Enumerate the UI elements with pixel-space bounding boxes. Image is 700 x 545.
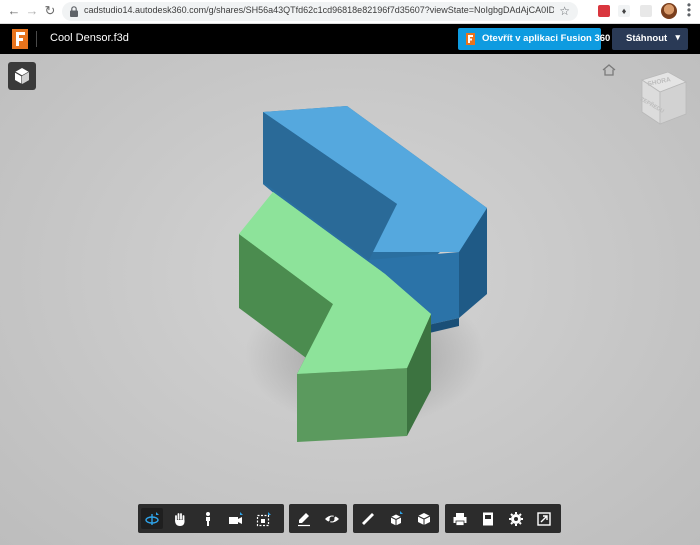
address-bar[interactable]: cadstudio14.autodesk360.com/g/shares/SH5…	[62, 2, 578, 21]
fusion-logo-icon[interactable]	[12, 29, 28, 49]
document-button[interactable]	[477, 508, 499, 529]
profile-avatar[interactable]	[661, 3, 677, 19]
url-text: cadstudio14.autodesk360.com/g/shares/SH5…	[84, 5, 554, 15]
fullscreen-button[interactable]	[533, 508, 555, 529]
navigation-toolbar-group	[138, 504, 284, 533]
extension-icon[interactable]	[598, 5, 610, 17]
fit-button[interactable]	[253, 508, 275, 529]
settings-toolbar-group	[445, 504, 561, 533]
3d-model[interactable]	[225, 104, 495, 444]
inspect-toolbar-group	[353, 504, 439, 533]
explode-button[interactable]	[385, 508, 407, 529]
camera-button[interactable]	[225, 508, 247, 529]
browser-toolbar: ← → ↻ cadstudio14.autodesk360.com/g/shar…	[0, 0, 700, 24]
fusion-icon	[466, 33, 475, 45]
header-divider	[36, 31, 37, 47]
3d-viewport[interactable]: SHORA ZEPŘEDU	[0, 54, 700, 545]
print-icon	[453, 513, 467, 526]
lock-icon	[70, 6, 78, 17]
model-browser-button[interactable]	[413, 508, 435, 529]
explode-icon	[390, 511, 403, 526]
cube-icon	[14, 68, 30, 84]
home-icon[interactable]	[602, 64, 616, 76]
open-in-fusion-button[interactable]: Otevřít v aplikaci Fusion 360	[458, 28, 610, 50]
file-title: Cool Densor.f3d	[50, 32, 129, 44]
bookmark-star-icon[interactable]: ☆	[559, 4, 570, 18]
fullscreen-icon	[537, 512, 551, 526]
pan-icon	[175, 513, 185, 526]
walk-button[interactable]	[197, 508, 219, 529]
markup-button[interactable]	[293, 508, 315, 529]
chevron-down-icon: ▾	[675, 32, 680, 42]
download-button[interactable]: Stáhnout ▾	[612, 28, 688, 50]
back-icon[interactable]: ←	[6, 3, 22, 19]
visibility-icon	[325, 512, 339, 526]
model-box-button[interactable]	[8, 62, 36, 90]
browser-menu-icon[interactable]: • • •	[683, 0, 695, 21]
green-part-front-face	[297, 368, 407, 442]
visibility-button[interactable]	[321, 508, 343, 529]
download-button-label: Stáhnout	[626, 33, 668, 44]
settings-icon	[509, 512, 523, 526]
model-browser-icon	[417, 513, 431, 525]
orbit-button[interactable]	[141, 508, 163, 529]
extension-icon[interactable]: ♦	[618, 5, 630, 17]
viewcube[interactable]: SHORA ZEPŘEDU	[630, 66, 690, 130]
markup-icon	[298, 513, 310, 527]
fit-icon	[256, 512, 271, 527]
settings-button[interactable]	[505, 508, 527, 529]
forward-icon[interactable]: →	[24, 3, 40, 19]
orbit-icon	[145, 512, 159, 525]
camera-icon	[229, 512, 243, 524]
open-button-label: Otevřít v aplikaci Fusion 360	[482, 33, 611, 44]
markup-toolbar-group	[289, 504, 347, 533]
app-header: Cool Densor.f3d Otevřít v aplikaci Fusio…	[0, 24, 700, 54]
print-button[interactable]	[449, 508, 471, 529]
reload-icon[interactable]: ↻	[42, 3, 58, 19]
measure-button[interactable]	[357, 508, 379, 529]
pan-button[interactable]	[169, 508, 191, 529]
document-icon	[483, 512, 493, 526]
measure-icon	[362, 513, 374, 525]
walk-icon	[206, 512, 210, 526]
extension-icon[interactable]	[640, 5, 652, 17]
